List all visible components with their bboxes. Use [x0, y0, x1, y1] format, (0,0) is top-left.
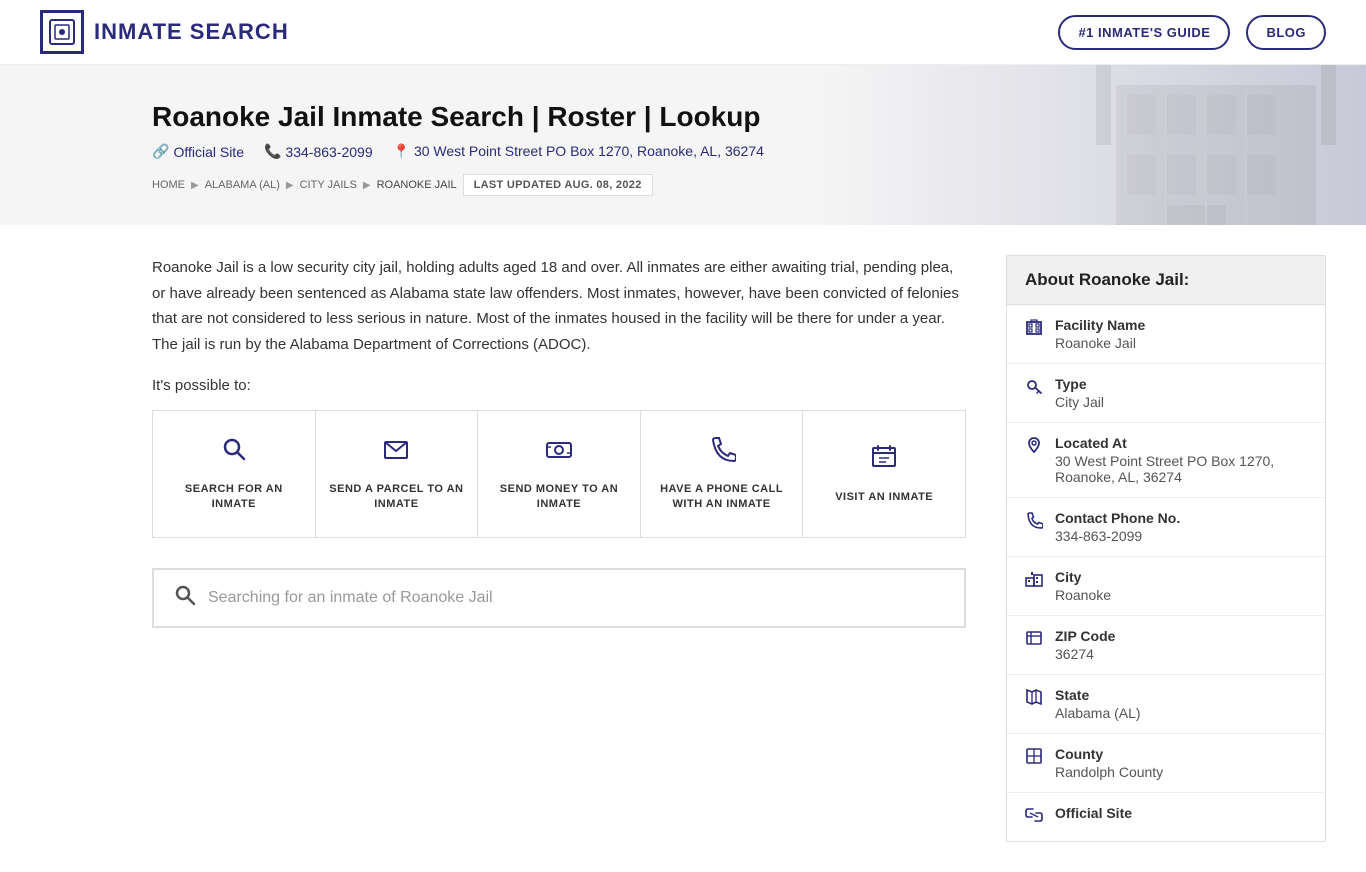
sidebar: About Roanoke Jail: Facility Name Roan [1006, 255, 1326, 842]
sidebar-item-type: Type City Jail [1007, 364, 1325, 423]
facility-name-label: Facility Name [1055, 317, 1307, 333]
breadcrumb-sep-1: ▶ [191, 180, 199, 191]
sidebar-official-site-content: Official Site [1055, 805, 1307, 823]
main-content: Roanoke Jail is a low security city jail… [152, 255, 1006, 842]
search-icon [220, 435, 248, 470]
sidebar-state-content: State Alabama (AL) [1055, 687, 1307, 721]
breadcrumb-home[interactable]: HOME [152, 179, 185, 191]
sidebar-county-content: County Randolph County [1055, 746, 1307, 780]
sidebar-location-content: Located At 30 West Point Street PO Box 1… [1055, 435, 1307, 485]
action-label-phone: HAVE A PHONE CALL WITH AN INMATE [653, 482, 791, 513]
header: INMATE SEARCH #1 INMATE'S GUIDE BLOG [0, 0, 1366, 65]
search-bar-icon [174, 584, 196, 612]
hero-section: Roanoke Jail Inmate Search | Roster | Lo… [0, 65, 1366, 225]
sidebar-item-phone: Contact Phone No. 334-863-2099 [1007, 498, 1325, 557]
location-value: 30 West Point Street PO Box 1270, Roanok… [1055, 453, 1307, 485]
link-icon: 🔗 [152, 143, 169, 160]
envelope-icon [382, 435, 410, 470]
zip-value: 36274 [1055, 646, 1307, 662]
possible-label: It's possible to: [152, 377, 966, 394]
logo-link[interactable]: INMATE SEARCH [40, 10, 289, 54]
zip-icon [1025, 629, 1043, 652]
phone-icon: 📞 [264, 143, 281, 160]
breadcrumb-current: ROANOKE JAIL [377, 179, 457, 191]
sidebar-item-zip: ZIP Code 36274 [1007, 616, 1325, 675]
map-icon [1025, 688, 1043, 711]
action-card-parcel[interactable]: SEND A PARCEL TO AN INMATE [316, 411, 479, 537]
city-icon [1025, 570, 1043, 593]
action-card-phone[interactable]: HAVE A PHONE CALL WITH AN INMATE [641, 411, 804, 537]
action-label-parcel: SEND A PARCEL TO AN INMATE [328, 482, 466, 513]
official-site-link[interactable]: 🔗 Official Site [152, 143, 244, 160]
search-bar-placeholder: Searching for an inmate of Roanoke Jail [208, 589, 493, 607]
county-value: Randolph County [1055, 764, 1307, 780]
location-pin-icon [1025, 436, 1043, 459]
guide-button[interactable]: #1 INMATE'S GUIDE [1058, 15, 1230, 50]
logo-icon [40, 10, 84, 54]
sidebar-item-official-site: Official Site [1007, 793, 1325, 841]
zip-label: ZIP Code [1055, 628, 1307, 644]
main-layout: Roanoke Jail is a low security city jail… [0, 225, 1366, 872]
county-label: County [1055, 746, 1307, 762]
state-value: Alabama (AL) [1055, 705, 1307, 721]
sidebar-type-content: Type City Jail [1055, 376, 1307, 410]
building-icon [1025, 318, 1043, 341]
location-label: Located At [1055, 435, 1307, 451]
search-bar[interactable]: Searching for an inmate of Roanoke Jail [152, 568, 966, 628]
phone-label: Contact Phone No. [1055, 510, 1307, 526]
sidebar-item-county: County Randolph County [1007, 734, 1325, 793]
type-label: Type [1055, 376, 1307, 392]
visit-icon [870, 443, 898, 478]
hero-bg-decoration [1066, 65, 1366, 225]
sidebar-item-city: City Roanoke [1007, 557, 1325, 616]
sidebar-facility-content: Facility Name Roanoke Jail [1055, 317, 1307, 351]
breadcrumb-sep-2: ▶ [286, 180, 294, 191]
sidebar-item-state: State Alabama (AL) [1007, 675, 1325, 734]
action-cards: SEARCH FOR AN INMATE SEND A PARCEL TO AN… [152, 410, 966, 538]
sidebar-item-facility-name: Facility Name Roanoke Jail [1007, 305, 1325, 364]
type-value: City Jail [1055, 394, 1307, 410]
facility-name-value: Roanoke Jail [1055, 335, 1307, 351]
action-card-search[interactable]: SEARCH FOR AN INMATE [153, 411, 316, 537]
action-label-visit: VISIT AN INMATE [835, 490, 933, 505]
action-label-search: SEARCH FOR AN INMATE [165, 482, 303, 513]
phone-icon [1025, 511, 1043, 534]
breadcrumb-state[interactable]: ALABAMA (AL) [205, 179, 280, 191]
money-icon [545, 435, 573, 470]
state-label: State [1055, 687, 1307, 703]
county-icon [1025, 747, 1043, 770]
city-label: City [1055, 569, 1307, 585]
city-value: Roanoke [1055, 587, 1307, 603]
location-icon: 📍 [393, 143, 410, 159]
sidebar-title: About Roanoke Jail: [1007, 256, 1325, 305]
breadcrumb-category[interactable]: CITY JAILS [300, 179, 357, 191]
sidebar-item-location: Located At 30 West Point Street PO Box 1… [1007, 423, 1325, 498]
key-icon [1025, 377, 1043, 400]
action-label-money: SEND MONEY TO AN INMATE [490, 482, 628, 513]
address-text: 📍 30 West Point Street PO Box 1270, Roan… [393, 143, 764, 160]
phone-value: 334-863-2099 [1055, 528, 1307, 544]
phone-call-icon [708, 435, 736, 470]
sidebar-city-content: City Roanoke [1055, 569, 1307, 603]
description-text: Roanoke Jail is a low security city jail… [152, 255, 966, 357]
breadcrumb-sep-3: ▶ [363, 180, 371, 191]
action-card-money[interactable]: SEND MONEY TO AN INMATE [478, 411, 641, 537]
logo-text: INMATE SEARCH [94, 19, 289, 45]
last-updated-badge: LAST UPDATED AUG. 08, 2022 [463, 174, 653, 196]
header-nav: #1 INMATE'S GUIDE BLOG [1058, 15, 1326, 50]
official-site-icon [1025, 806, 1043, 829]
official-site-label: Official Site [1055, 805, 1307, 821]
sidebar-zip-content: ZIP Code 36274 [1055, 628, 1307, 662]
sidebar-card: About Roanoke Jail: Facility Name Roan [1006, 255, 1326, 842]
phone-link[interactable]: 📞 334-863-2099 [264, 143, 373, 160]
blog-button[interactable]: BLOG [1246, 15, 1326, 50]
sidebar-phone-content: Contact Phone No. 334-863-2099 [1055, 510, 1307, 544]
action-card-visit[interactable]: VISIT AN INMATE [803, 411, 965, 537]
